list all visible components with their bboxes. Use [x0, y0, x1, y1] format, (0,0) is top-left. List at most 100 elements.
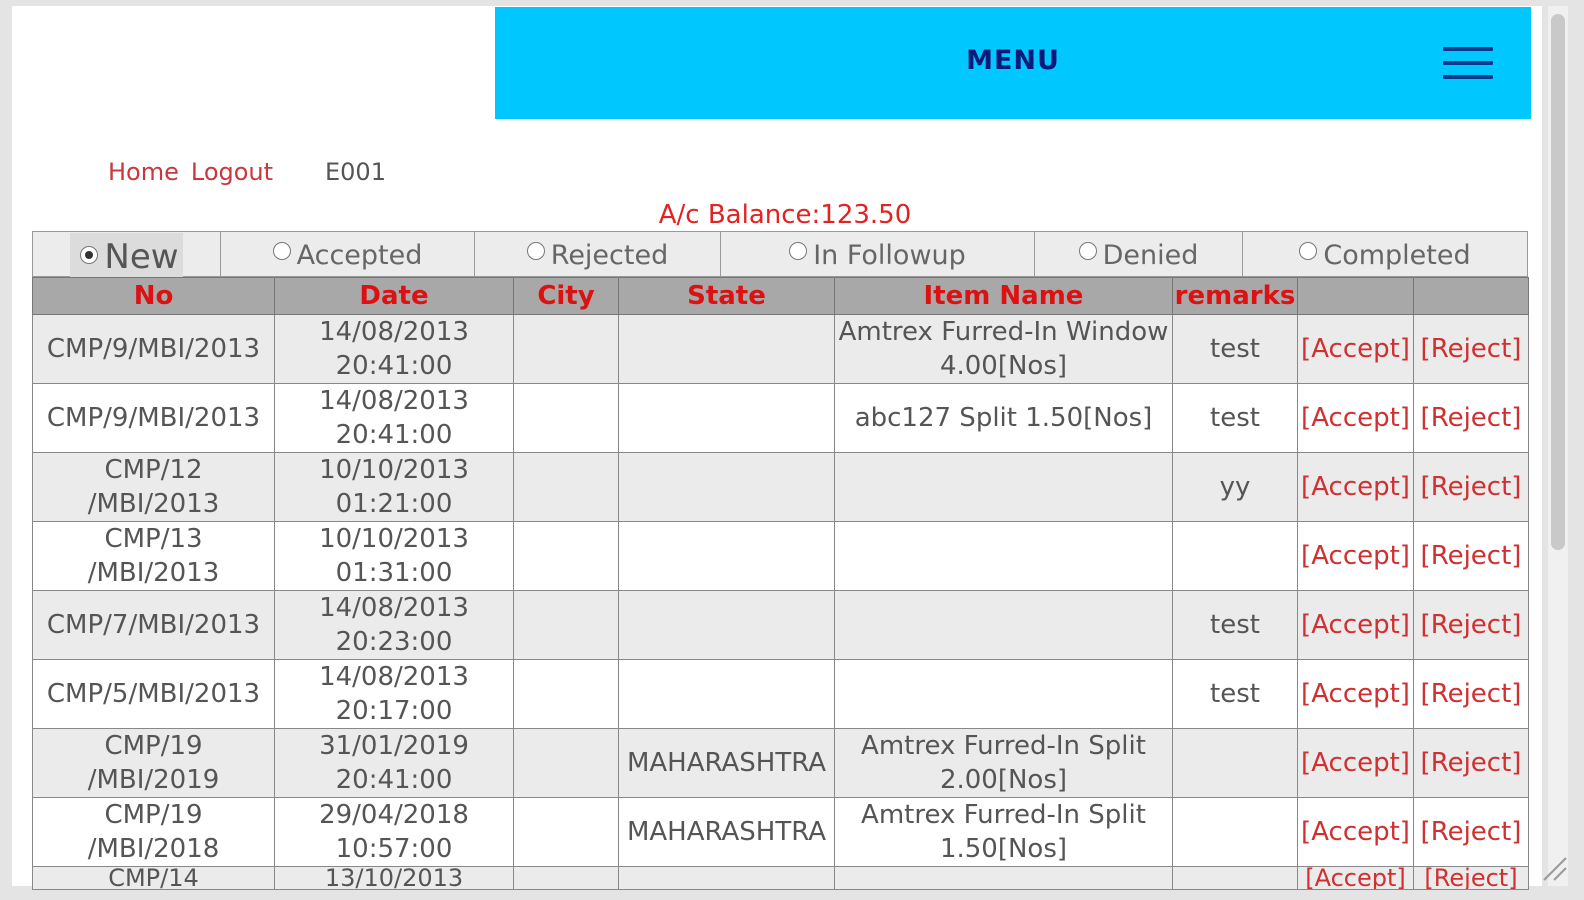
radio-icon[interactable] — [789, 242, 808, 260]
tab-label: New — [104, 237, 179, 277]
col-header-state[interactable]: State — [618, 277, 835, 315]
cell-date: 29/04/2018 10:57:00 — [274, 797, 514, 867]
logout-link[interactable]: Logout — [191, 158, 273, 186]
reject-link[interactable]: [Reject] — [1413, 866, 1529, 890]
cell-remarks: test — [1172, 659, 1298, 729]
cell-no: CMP/9/MBI/2013 — [32, 314, 275, 384]
cell-item-name — [834, 659, 1173, 729]
cell-date: 14/08/2013 20:41:00 — [274, 383, 514, 453]
reject-link[interactable]: [Reject] — [1413, 452, 1529, 522]
col-header-no[interactable]: No — [32, 277, 275, 315]
menu-label: MENU — [966, 45, 1060, 76]
tab-completed[interactable]: Completed — [1243, 232, 1527, 278]
radio-icon[interactable] — [1299, 242, 1318, 260]
radio-icon[interactable] — [80, 246, 99, 264]
cell-state: MAHARASHTRA — [618, 797, 835, 867]
cell-no: CMP/19 /MBI/2019 — [32, 728, 275, 798]
accept-link[interactable]: [Accept] — [1297, 452, 1414, 522]
cell-date: 31/01/2019 20:41:00 — [274, 728, 514, 798]
reject-link[interactable]: [Reject] — [1413, 521, 1529, 591]
table-row: CMP/9/MBI/2013 14/08/2013 20:41:00 Amtrex … — [32, 314, 1529, 384]
table-row: CMP/7/MBI/2013 14/08/2013 20:23:00 test [Ac… — [32, 590, 1529, 660]
accept-link[interactable]: [Accept] — [1297, 797, 1414, 867]
cell-state: MAHARASHTRA — [618, 728, 835, 798]
col-header-date[interactable]: Date — [274, 277, 514, 315]
cell-item-name — [834, 590, 1173, 660]
nav-links: Home Logout — [108, 158, 285, 186]
cell-date: 13/10/2013 — [274, 866, 514, 890]
tab-label: Rejected — [550, 239, 669, 271]
table-row: CMP/14 13/10/2013 [Accept] [Reject] — [32, 866, 1529, 890]
cell-date: 14/08/2013 20:41:00 — [274, 314, 514, 384]
cell-city — [513, 521, 619, 591]
cell-city — [513, 866, 619, 890]
cell-city — [513, 797, 619, 867]
accept-link[interactable]: [Accept] — [1297, 521, 1414, 591]
cell-item-name: Amtrex Furred-In Split 2.00[Nos] — [834, 728, 1173, 798]
col-header-reject — [1413, 277, 1529, 315]
reject-link[interactable]: [Reject] — [1413, 314, 1529, 384]
cell-no: CMP/12 /MBI/2013 — [32, 452, 275, 522]
radio-icon[interactable] — [526, 242, 545, 260]
accept-link[interactable]: [Accept] — [1297, 728, 1414, 798]
cell-remarks — [1172, 521, 1298, 591]
cell-city — [513, 314, 619, 384]
cell-date: 10/10/2013 01:21:00 — [274, 452, 514, 522]
tab-label: In Followup — [813, 239, 966, 271]
cell-city — [513, 452, 619, 522]
radio-icon[interactable] — [272, 242, 291, 260]
col-header-remarks[interactable]: remarks — [1172, 277, 1298, 315]
accept-link[interactable]: [Accept] — [1297, 590, 1414, 660]
cell-city — [513, 659, 619, 729]
col-header-accept — [1297, 277, 1414, 315]
scrollbar-thumb[interactable] — [1551, 14, 1565, 550]
table-row: CMP/5/MBI/2013 14/08/2013 20:17:00 test [Ac… — [32, 659, 1529, 729]
cell-remarks — [1172, 797, 1298, 867]
cell-item-name: Amtrex Furred-In Window 4.00[Nos] — [834, 314, 1173, 384]
table-row: CMP/19 /MBI/2019 31/01/2019 20:41:00 MAHAR… — [32, 728, 1529, 798]
tab-in-followup[interactable]: In Followup — [721, 232, 1035, 278]
tab-accepted[interactable]: Accepted — [221, 232, 475, 278]
accept-link[interactable]: [Accept] — [1297, 383, 1414, 453]
reject-link[interactable]: [Reject] — [1413, 383, 1529, 453]
reject-link[interactable]: [Reject] — [1413, 590, 1529, 660]
cell-item-name — [834, 521, 1173, 591]
cell-no: CMP/13 /MBI/2013 — [32, 521, 275, 591]
col-header-city[interactable]: City — [513, 277, 619, 315]
cell-remarks: test — [1172, 383, 1298, 453]
col-header-item-name[interactable]: Item Name — [834, 277, 1173, 315]
cell-city — [513, 728, 619, 798]
cell-state — [618, 590, 835, 660]
tab-new[interactable]: New — [33, 232, 221, 278]
reject-link[interactable]: [Reject] — [1413, 659, 1529, 729]
cell-no: CMP/7/MBI/2013 — [32, 590, 275, 660]
cell-remarks — [1172, 728, 1298, 798]
reject-link[interactable]: [Reject] — [1413, 728, 1529, 798]
reject-link[interactable]: [Reject] — [1413, 797, 1529, 867]
table-row: CMP/12 /MBI/2013 10/10/2013 01:21:00 yy [Ac… — [32, 452, 1529, 522]
cell-state — [618, 314, 835, 384]
cell-item-name — [834, 866, 1173, 890]
accept-link[interactable]: [Accept] — [1297, 314, 1414, 384]
resize-grip-icon[interactable] — [1542, 852, 1568, 882]
tab-label: Denied — [1102, 239, 1199, 271]
cell-item-name: abc127 Split 1.50[Nos] — [834, 383, 1173, 453]
tab-rejected[interactable]: Rejected — [475, 232, 721, 278]
tab-label: Accepted — [296, 239, 423, 271]
cell-state — [618, 521, 835, 591]
home-link[interactable]: Home — [108, 158, 179, 186]
cell-state — [618, 452, 835, 522]
radio-icon[interactable] — [1078, 242, 1097, 260]
cell-remarks: test — [1172, 314, 1298, 384]
cell-state — [618, 866, 835, 890]
hamburger-menu-icon[interactable] — [1443, 47, 1493, 79]
accept-link[interactable]: [Accept] — [1297, 659, 1414, 729]
cell-date: 10/10/2013 01:31:00 — [274, 521, 514, 591]
cell-no: CMP/9/MBI/2013 — [32, 383, 275, 453]
accept-link[interactable]: [Accept] — [1297, 866, 1414, 890]
table-row: CMP/13 /MBI/2013 10/10/2013 01:31:00 [Acce… — [32, 521, 1529, 591]
cell-city — [513, 590, 619, 660]
cell-item-name — [834, 452, 1173, 522]
status-tabs: New Accepted Rejected In Followup Denied… — [32, 231, 1528, 278]
tab-denied[interactable]: Denied — [1035, 232, 1243, 278]
